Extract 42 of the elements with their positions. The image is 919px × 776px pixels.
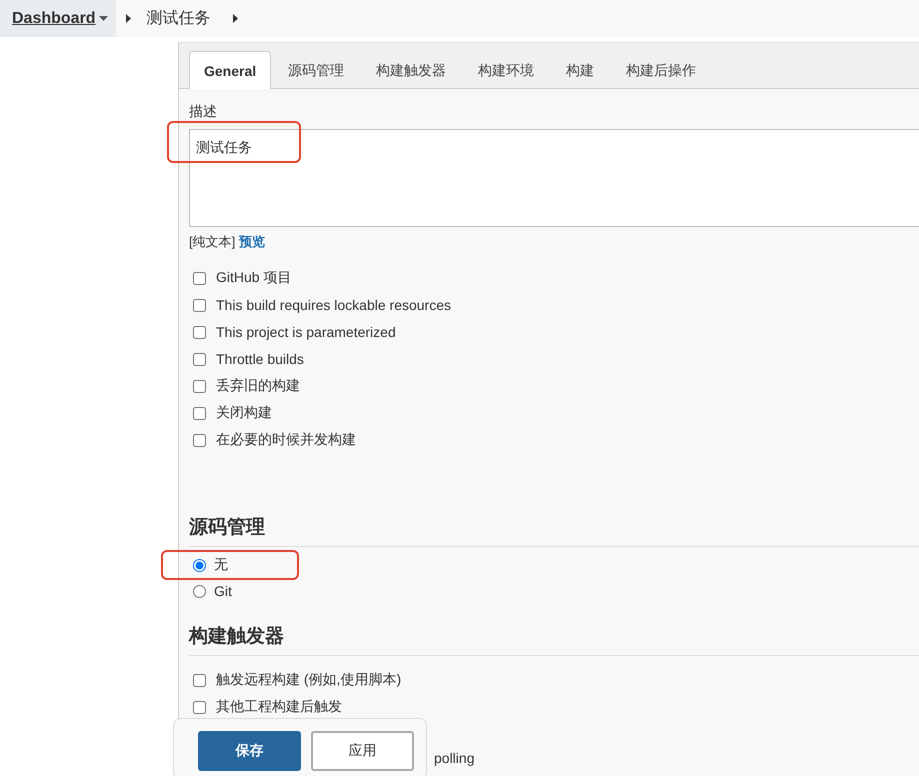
checkbox-label: 在必要的时候并发构建 xyxy=(216,431,356,449)
tab[interactable]: 构建后操作 xyxy=(611,51,712,89)
checkbox[interactable] xyxy=(193,406,206,420)
field-label: 描述 xyxy=(189,103,218,121)
checkbox[interactable] xyxy=(193,700,206,714)
radio-button[interactable] xyxy=(193,558,206,572)
radio-label: 无 xyxy=(214,556,228,574)
checkbox[interactable] xyxy=(193,272,206,284)
tab[interactable]: General xyxy=(189,51,272,89)
checkbox[interactable] xyxy=(193,298,206,312)
radio-button[interactable] xyxy=(193,584,206,598)
description-field[interactable]: 测试任务 xyxy=(189,129,919,227)
tab[interactable]: 构建触发器 xyxy=(361,51,462,89)
checkbox-label: Throttle builds xyxy=(216,351,304,367)
radio-label: Git xyxy=(214,583,232,599)
checkbox[interactable] xyxy=(193,380,206,392)
apply-button[interactable]: 应用 xyxy=(311,731,414,771)
checkbox[interactable] xyxy=(193,434,206,446)
preview-link[interactable]: 预览 xyxy=(239,233,266,251)
checkbox-label: 关闭构建 xyxy=(216,404,272,422)
format-label: [纯文本] xyxy=(189,233,236,251)
checkbox[interactable] xyxy=(193,326,206,338)
breadcrumb-item[interactable]: 测试任务 xyxy=(146,8,211,29)
tab[interactable]: 构建 xyxy=(551,51,610,89)
caret-right-icon[interactable] xyxy=(232,14,238,23)
caret-right-icon[interactable] xyxy=(126,14,131,23)
tab[interactable]: 构建环境 xyxy=(463,51,550,89)
checkbox-label: 触发远程构建 (例如,使用脚本) xyxy=(216,671,402,689)
checkbox[interactable] xyxy=(193,352,206,366)
save-button[interactable]: 保存 xyxy=(198,731,301,771)
checkbox-label: This build requires lockable resources xyxy=(216,297,451,313)
checkbox-label: This project is parameterized xyxy=(216,324,396,340)
checkbox-label: 其他工程构建后触发 xyxy=(216,698,342,716)
tab[interactable]: 源码管理 xyxy=(273,51,360,89)
section-heading: 源码管理 xyxy=(189,514,919,547)
checkbox-label: 丢弃旧的构建 xyxy=(216,377,300,395)
checkbox[interactable] xyxy=(193,674,206,686)
checkbox-label: polling xyxy=(434,750,474,766)
breadcrumb-link[interactable]: Dashboard xyxy=(0,0,96,37)
checkbox-label: GitHub 项目 xyxy=(216,269,292,287)
section-heading: 构建触发器 xyxy=(189,623,919,656)
caret-down-icon[interactable] xyxy=(96,0,116,37)
